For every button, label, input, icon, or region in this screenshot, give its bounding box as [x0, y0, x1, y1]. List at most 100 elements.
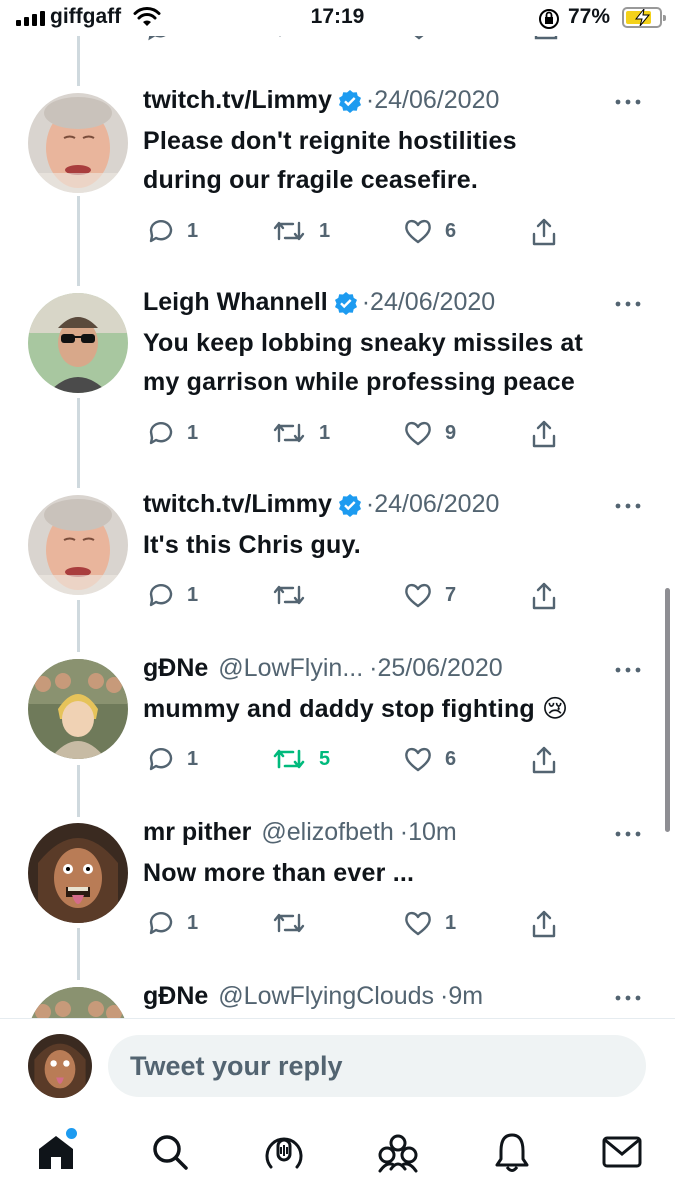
like-button[interactable]: 1 — [403, 909, 456, 937]
reply-icon — [149, 584, 173, 607]
tweet-text: mummy and daddy stop fighting 😢 — [143, 695, 569, 723]
heart-icon — [405, 747, 431, 772]
tab-search[interactable] — [146, 1128, 194, 1176]
tweet-text: Now more than ever ... — [143, 859, 415, 887]
battery-icon — [622, 7, 666, 28]
retweet-button[interactable] — [271, 909, 319, 937]
tweet[interactable]: gƉNe @LowFlyingClouds · 9m — [0, 982, 675, 1018]
username[interactable]: @LowFlyingClouds — [218, 982, 434, 1011]
timestamp[interactable]: 24/06/2020 — [370, 288, 495, 317]
retweet-icon — [273, 913, 305, 933]
separator: · — [365, 490, 375, 518]
timestamp[interactable]: 9m — [448, 982, 483, 1011]
notifications-icon — [495, 1133, 529, 1172]
more-options-icon[interactable] — [614, 300, 642, 308]
verified-badge-icon — [338, 493, 361, 517]
reply-button[interactable]: 1 — [147, 581, 198, 609]
timestamp[interactable]: 25/06/2020 — [378, 654, 503, 683]
more-options-icon[interactable] — [614, 666, 642, 674]
share-icon — [532, 746, 556, 774]
more-options-icon[interactable] — [614, 502, 642, 510]
like-button[interactable]: 6 — [403, 745, 456, 773]
share-icon — [532, 420, 556, 448]
like-count: 9 — [445, 421, 457, 444]
orientation-lock-icon — [539, 9, 559, 29]
avatar[interactable] — [28, 93, 128, 193]
like-count: 6 — [445, 219, 457, 242]
avatar[interactable] — [28, 293, 128, 393]
display-name[interactable]: Leigh Whannell — [143, 288, 328, 317]
display-name[interactable]: gƉNe — [143, 982, 208, 1011]
heart-icon — [405, 583, 431, 608]
avatar[interactable] — [28, 495, 128, 595]
tab-communities[interactable] — [374, 1128, 422, 1176]
tab-notifications[interactable] — [488, 1128, 536, 1176]
tweet-header: Leigh Whannell · 24/06/2020 — [143, 288, 495, 317]
tweet[interactable]: twitch.tv/Limmy · 24/06/2020 It's this C… — [0, 490, 675, 620]
my-avatar[interactable] — [28, 1034, 92, 1098]
reply-icon — [149, 748, 173, 771]
status-bar: giffgaff 17:19 77% — [0, 0, 675, 36]
avatar[interactable] — [28, 823, 128, 923]
share-button[interactable] — [529, 217, 559, 247]
like-button[interactable]: 9 — [403, 419, 456, 447]
retweet-icon — [273, 221, 305, 241]
battery-percentage: 77% — [568, 5, 611, 28]
reply-button[interactable]: 1 — [147, 419, 198, 447]
reply-input[interactable]: Tweet your reply — [108, 1035, 646, 1097]
display-name[interactable]: twitch.tv/Limmy — [143, 490, 332, 519]
share-button[interactable] — [529, 419, 559, 449]
share-button[interactable] — [529, 581, 559, 611]
avatar[interactable] — [28, 987, 128, 1018]
share-icon — [532, 218, 556, 246]
share-button[interactable] — [529, 745, 559, 775]
verified-badge-icon — [334, 291, 357, 315]
like-button[interactable]: 7 — [403, 581, 456, 609]
reply-button[interactable]: 1 — [147, 745, 198, 773]
reply-count: 1 — [187, 583, 199, 606]
tweet[interactable]: twitch.tv/Limmy · 24/06/2020 Please don'… — [0, 86, 675, 256]
username[interactable]: @elizofbeth — [261, 818, 393, 847]
tab-bar — [0, 1112, 675, 1200]
scrollbar[interactable] — [665, 588, 670, 832]
tweet-header: twitch.tv/Limmy · 24/06/2020 — [143, 490, 499, 519]
timestamp[interactable]: 24/06/2020 — [374, 86, 499, 115]
home-notification-dot — [66, 1128, 77, 1139]
tweet[interactable]: mr pither @elizofbeth · 10m Now more tha… — [0, 818, 675, 948]
display-name[interactable]: twitch.tv/Limmy — [143, 86, 332, 115]
retweet-button[interactable]: 1 — [271, 419, 330, 447]
communities-icon — [378, 1134, 418, 1173]
timestamp[interactable]: 10m — [408, 818, 457, 847]
like-button[interactable]: 6 — [403, 217, 456, 245]
timestamp[interactable]: 24/06/2020 — [374, 490, 499, 519]
separator: · — [361, 288, 371, 316]
tab-messages[interactable] — [598, 1128, 646, 1176]
retweet-button[interactable]: 5 — [271, 745, 330, 773]
charging-bolt-icon — [634, 9, 651, 26]
tweet-actions: 1 1 — [143, 909, 643, 941]
thread-line — [77, 36, 80, 86]
avatar[interactable] — [28, 659, 128, 759]
more-options-icon[interactable] — [614, 98, 642, 106]
reply-count: 1 — [187, 219, 199, 242]
display-name[interactable]: gƉNe — [143, 654, 208, 683]
tweet[interactable]: Leigh Whannell · 24/06/2020 You keep lob… — [0, 288, 675, 458]
more-options-icon[interactable] — [614, 994, 642, 1002]
tweet-text: You keep lobbing sneaky missiles at my g… — [143, 329, 584, 396]
tweet-header: gƉNe @LowFlyin... · 25/06/2020 — [143, 654, 503, 683]
retweet-button[interactable]: 1 — [271, 217, 330, 245]
username[interactable]: @LowFlyin... — [218, 654, 363, 683]
display-name[interactable]: mr pither — [143, 818, 251, 847]
share-button[interactable] — [529, 909, 559, 939]
retweet-button[interactable] — [271, 581, 319, 609]
separator: · — [365, 86, 375, 114]
retweet-icon — [273, 749, 305, 769]
divider — [0, 1018, 675, 1019]
reply-button[interactable]: 1 — [147, 909, 198, 937]
tab-spaces[interactable] — [260, 1128, 308, 1176]
more-options-icon[interactable] — [614, 830, 642, 838]
heart-icon — [405, 421, 431, 446]
tweet[interactable]: gƉNe @LowFlyin... · 25/06/2020 mummy and… — [0, 654, 675, 784]
reply-button[interactable]: 1 — [147, 217, 198, 245]
tweet-header: mr pither @elizofbeth · 10m — [143, 818, 457, 847]
